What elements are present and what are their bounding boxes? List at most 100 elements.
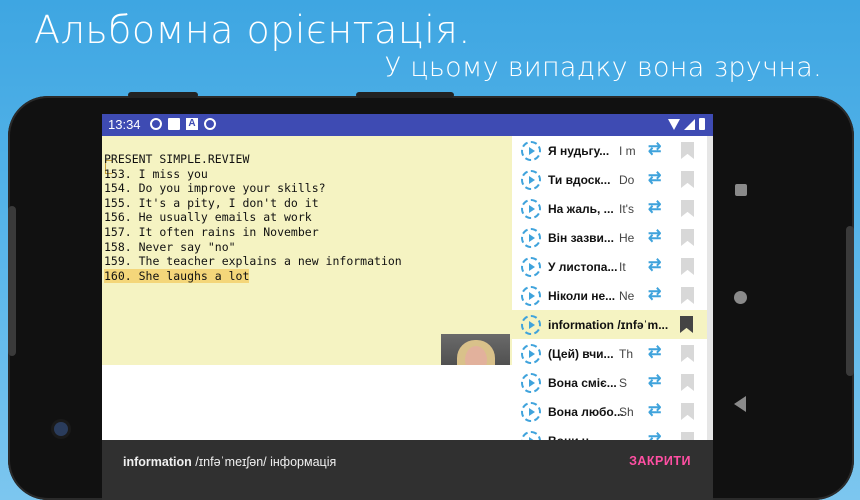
a-icon: A [186,118,198,130]
back-button-icon[interactable] [734,396,746,412]
volume-button [356,92,454,98]
lesson-line[interactable]: 156. He usually emails at work [104,210,402,225]
play-icon[interactable] [521,344,541,364]
side-ridge-right [846,226,854,376]
phrase-translation: Do [619,173,635,187]
side-ridge-left [8,206,16,356]
phrase-title: Він зазви... [548,231,614,245]
bookmark-icon[interactable] [681,403,694,420]
app-screen: 13:34 A PRESENT SIMPLE.REVIEW 153. I miss… [102,114,713,500]
repeat-icon[interactable]: ⇄ [648,345,664,361]
play-icon[interactable] [521,257,541,277]
repeat-icon[interactable]: ⇄ [648,200,664,216]
lesson-line[interactable]: 158. Never say "no" [104,240,402,255]
system-icons [668,118,705,130]
repeat-icon[interactable]: ⇄ [648,432,664,441]
front-camera [54,422,68,436]
lesson-line[interactable]: 157. It often rains in November [104,225,402,240]
phrase-translation: It [619,260,626,274]
lesson-line-text: 156. He usually emails at work [104,210,312,225]
bookmark-icon[interactable] [681,374,694,391]
lesson-line[interactable]: 159. The teacher explains a new informat… [104,254,402,269]
repeat-icon[interactable]: ⇄ [648,258,664,274]
phrase-title: У листопа... [548,260,618,274]
lesson-line-text: 157. It often rains in November [104,224,319,239]
play-icon[interactable] [521,141,541,161]
close-button[interactable]: ЗАКРИТИ [629,454,691,468]
bookmark-icon[interactable] [681,345,694,362]
lesson-line-text: 155. It's a pity, I don't do it [104,195,319,210]
bookmark-icon[interactable] [681,432,694,440]
gear-icon [150,118,162,130]
wifi-icon [668,118,680,130]
repeat-icon[interactable]: ⇄ [648,171,664,187]
lesson-lines: PRESENT SIMPLE.REVIEW 153. I miss you 154.… [104,152,402,283]
play-icon[interactable] [521,402,541,422]
phrase-row[interactable]: У листопа... It ⇄ [512,252,707,281]
translation-bar: information /ɪnfəˈmeɪʃən/ інформація ЗАК… [102,440,713,500]
lesson-line[interactable]: PRESENT SIMPLE.REVIEW [104,152,402,167]
phrase-row[interactable]: Ніколи не... Ne ⇄ [512,281,707,310]
phrase-translation: Th [619,347,634,361]
phrase-row[interactable]: На жаль, ... It's ⇄ [512,194,707,223]
play-icon[interactable] [521,199,541,219]
bookmark-icon[interactable] [681,287,694,304]
phrase-translation: It's [619,202,634,216]
recents-button-icon[interactable] [735,184,747,196]
phrase-row[interactable]: Вона любо... Sh ⇄ [512,397,707,426]
bookmark-icon[interactable] [681,200,694,217]
bookmark-icon[interactable] [681,142,694,159]
lesson-line-text: 154. Do you improve your skills? [104,181,326,196]
mail-icon [168,118,180,130]
phrase-row[interactable]: Вона сміє... S ⇄ [512,368,707,397]
lesson-line-text: 160. She laughs a lot [104,268,250,283]
phrase-title: (Цей) вчи... [548,347,614,361]
phrase-translation: Ne [619,289,635,303]
headline: Альбомна орієнтація. [34,8,471,52]
lesson-line-text: 159. The teacher explains a new informat… [104,254,402,269]
phrase-row[interactable]: information /ɪnfəˈm... [512,310,707,339]
lesson-line[interactable]: 153. I miss you [104,167,402,182]
play-icon[interactable] [521,170,541,190]
lesson-line[interactable]: 160. She laughs a lot [104,268,402,284]
phrase-translation: S [619,376,628,390]
repeat-icon[interactable]: ⇄ [648,142,664,158]
bookmark-icon[interactable] [681,258,694,275]
repeat-icon[interactable]: ⇄ [648,287,664,303]
translation-word: information [123,455,192,469]
bookmark-icon[interactable] [680,316,693,333]
play-icon[interactable] [521,228,541,248]
battery-icon [699,118,705,130]
phrase-title: Вона сміє... [548,376,617,390]
phrase-list[interactable]: Я нудьгу... I m ⇄ Ти вдоск... Do ⇄ На жаль, ..… [512,136,713,440]
play-icon[interactable] [521,373,541,393]
phrase-row[interactable]: Ти вдоск... Do ⇄ [512,165,707,194]
phrase-translation: Sh [619,405,634,419]
lesson-line-text: 153. I miss you [104,166,208,181]
repeat-icon[interactable]: ⇄ [648,229,664,245]
signal-icon [684,118,695,130]
home-button-icon[interactable] [734,291,747,304]
translation-detail: /ɪnfəˈmeɪʃən/ інформація [191,455,337,469]
lesson-text-panel[interactable]: PRESENT SIMPLE.REVIEW 153. I miss you 154.… [102,136,512,387]
phrase-row[interactable]: Він зазви... He ⇄ [512,223,707,252]
phrase-title: На жаль, ... [548,202,614,216]
bookmark-icon[interactable] [681,229,694,246]
scrollbar[interactable] [707,136,713,440]
phrase-row[interactable]: (Цей) вчи... Th ⇄ [512,339,707,368]
bookmark-icon[interactable] [681,171,694,188]
lesson-line[interactable]: 155. It's a pity, I don't do it [104,196,402,211]
lesson-line[interactable]: 154. Do you improve your skills? [104,181,402,196]
repeat-icon[interactable]: ⇄ [648,403,664,419]
subheadline: У цьому випадку вона зручна. [384,52,822,83]
repeat-icon[interactable]: ⇄ [648,374,664,390]
status-time: 13:34 [108,117,141,132]
phrase-title: Ніколи не... [548,289,616,303]
phrase-row[interactable]: Вони ч...⇄ [512,426,707,440]
play-icon[interactable] [521,286,541,306]
play-icon[interactable] [521,315,541,335]
phrase-row[interactable]: Я нудьгу... I m ⇄ [512,136,707,165]
play-icon[interactable] [521,431,541,440]
status-bar: 13:34 A [102,114,713,136]
circle-icon [204,118,216,130]
